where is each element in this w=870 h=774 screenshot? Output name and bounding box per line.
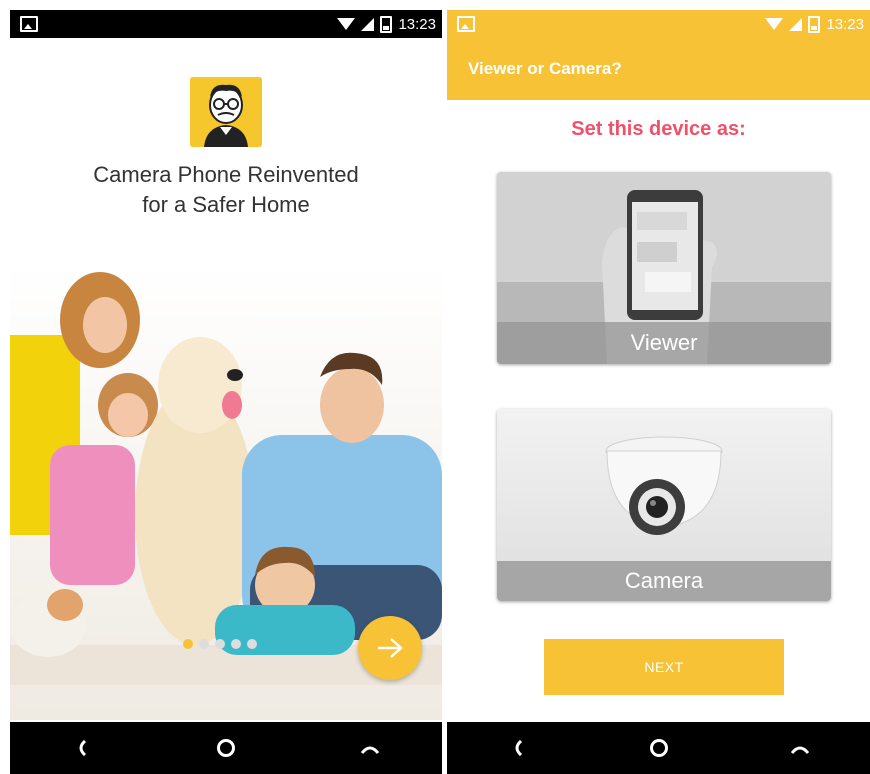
tagline: Camera Phone Reinvented for a Safer Home [10,160,442,220]
status-time: 13:23 [398,15,436,33]
recents-button[interactable] [350,728,390,768]
home-icon [217,739,235,757]
home-icon [649,739,668,757]
page-dot-2[interactable] [199,639,209,649]
page-dot-3[interactable] [215,639,225,649]
home-button[interactable] [639,728,679,768]
page-indicator [183,639,257,649]
page-dot-4[interactable] [231,639,241,649]
app-bar-title: Viewer or Camera? [468,59,622,78]
app-bar: Viewer or Camera? [447,38,870,100]
camera-option-card[interactable]: Camera [497,409,831,601]
battery-icon [808,15,821,33]
wifi-icon [337,18,356,30]
tagline-line-2: for a Safer Home [142,192,310,217]
status-bar: 13:23 [10,10,442,38]
battery-icon [380,15,393,33]
signal-icon [789,17,803,31]
page-dot-1[interactable] [183,639,193,649]
onboarding-screen: 13:23 Camera Phone Reinvented for a Safe… [10,10,442,774]
page-dot-5[interactable] [247,639,257,649]
viewer-option-card[interactable]: Viewer [497,172,831,364]
gallery-notification-icon [20,16,38,32]
back-button[interactable] [62,728,102,768]
back-icon [79,739,87,757]
camera-option-label: Camera [497,561,831,601]
navigation-bar [447,722,870,774]
arrow-right-icon [378,638,403,658]
signal-icon [361,17,375,31]
back-icon [515,739,522,757]
gallery-notification-icon [457,16,475,32]
status-bar: 13:23 [447,10,870,38]
app-logo [190,77,262,147]
recents-icon [790,746,809,754]
navigation-bar [10,722,442,774]
role-selection-screen: 13:23 Viewer or Camera? Set this device … [447,10,870,774]
home-button[interactable] [206,728,246,768]
next-arrow-button[interactable] [358,616,422,680]
tagline-line-1: Camera Phone Reinvented [93,162,359,187]
selection-heading: Set this device as: [571,118,746,140]
recents-icon [360,746,380,754]
status-time: 13:23 [826,15,864,33]
back-button[interactable] [498,728,538,768]
next-button[interactable]: NEXT [544,639,784,695]
recents-button[interactable] [780,728,820,768]
viewer-option-label: Viewer [497,322,831,364]
wifi-icon [765,18,784,30]
